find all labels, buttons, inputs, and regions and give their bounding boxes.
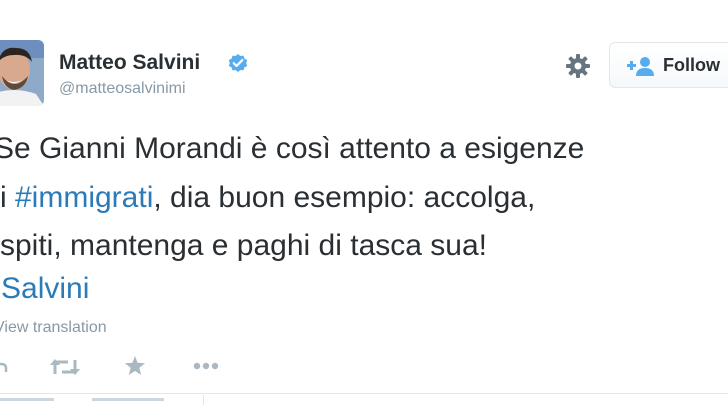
divider bbox=[0, 393, 728, 394]
tweet-line: spiti, mantenga e paghi di tasca sua! bbox=[0, 229, 487, 263]
tweet-card: Matteo Salvini @matteosalvinimi Follow S… bbox=[0, 0, 728, 405]
verified-badge-icon bbox=[228, 54, 248, 72]
follow-button[interactable]: Follow bbox=[609, 42, 728, 88]
tweet-line: i #immigrati, dia buon esempio: accolga, bbox=[0, 181, 535, 215]
tweet-text-segment: i bbox=[0, 181, 15, 214]
retweet-icon[interactable] bbox=[50, 356, 80, 378]
more-icon[interactable] bbox=[193, 362, 219, 370]
favorite-icon[interactable] bbox=[124, 355, 146, 377]
reply-icon[interactable] bbox=[0, 358, 8, 376]
user-handle[interactable]: @matteosalvinimi bbox=[59, 80, 186, 98]
view-translation-link[interactable]: View translation bbox=[0, 319, 107, 337]
tweet-text-segment: spiti, mantenga e paghi di tasca sua! bbox=[0, 229, 487, 262]
stats-label-peek bbox=[92, 398, 164, 401]
tweet-text-segment: , dia buon esempio: accolga, bbox=[153, 181, 536, 214]
avatar[interactable] bbox=[0, 40, 44, 106]
display-name[interactable]: Matteo Salvini bbox=[59, 51, 200, 75]
tweet-text-segment: Se Gianni Morandi è così attento a esige… bbox=[0, 132, 585, 165]
stats-label-peek bbox=[0, 398, 54, 401]
tweet-line: Se Gianni Morandi è così attento a esige… bbox=[0, 132, 584, 166]
divider bbox=[203, 395, 204, 405]
add-user-icon bbox=[627, 57, 654, 76]
hashtag-link[interactable]: Salvini bbox=[1, 272, 89, 305]
gear-icon[interactable] bbox=[564, 52, 592, 80]
avatar-photo bbox=[0, 40, 44, 106]
tweet-line: Salvini bbox=[1, 272, 89, 306]
follow-label: Follow bbox=[663, 55, 720, 75]
hashtag-link[interactable]: #immigrati bbox=[15, 181, 153, 214]
